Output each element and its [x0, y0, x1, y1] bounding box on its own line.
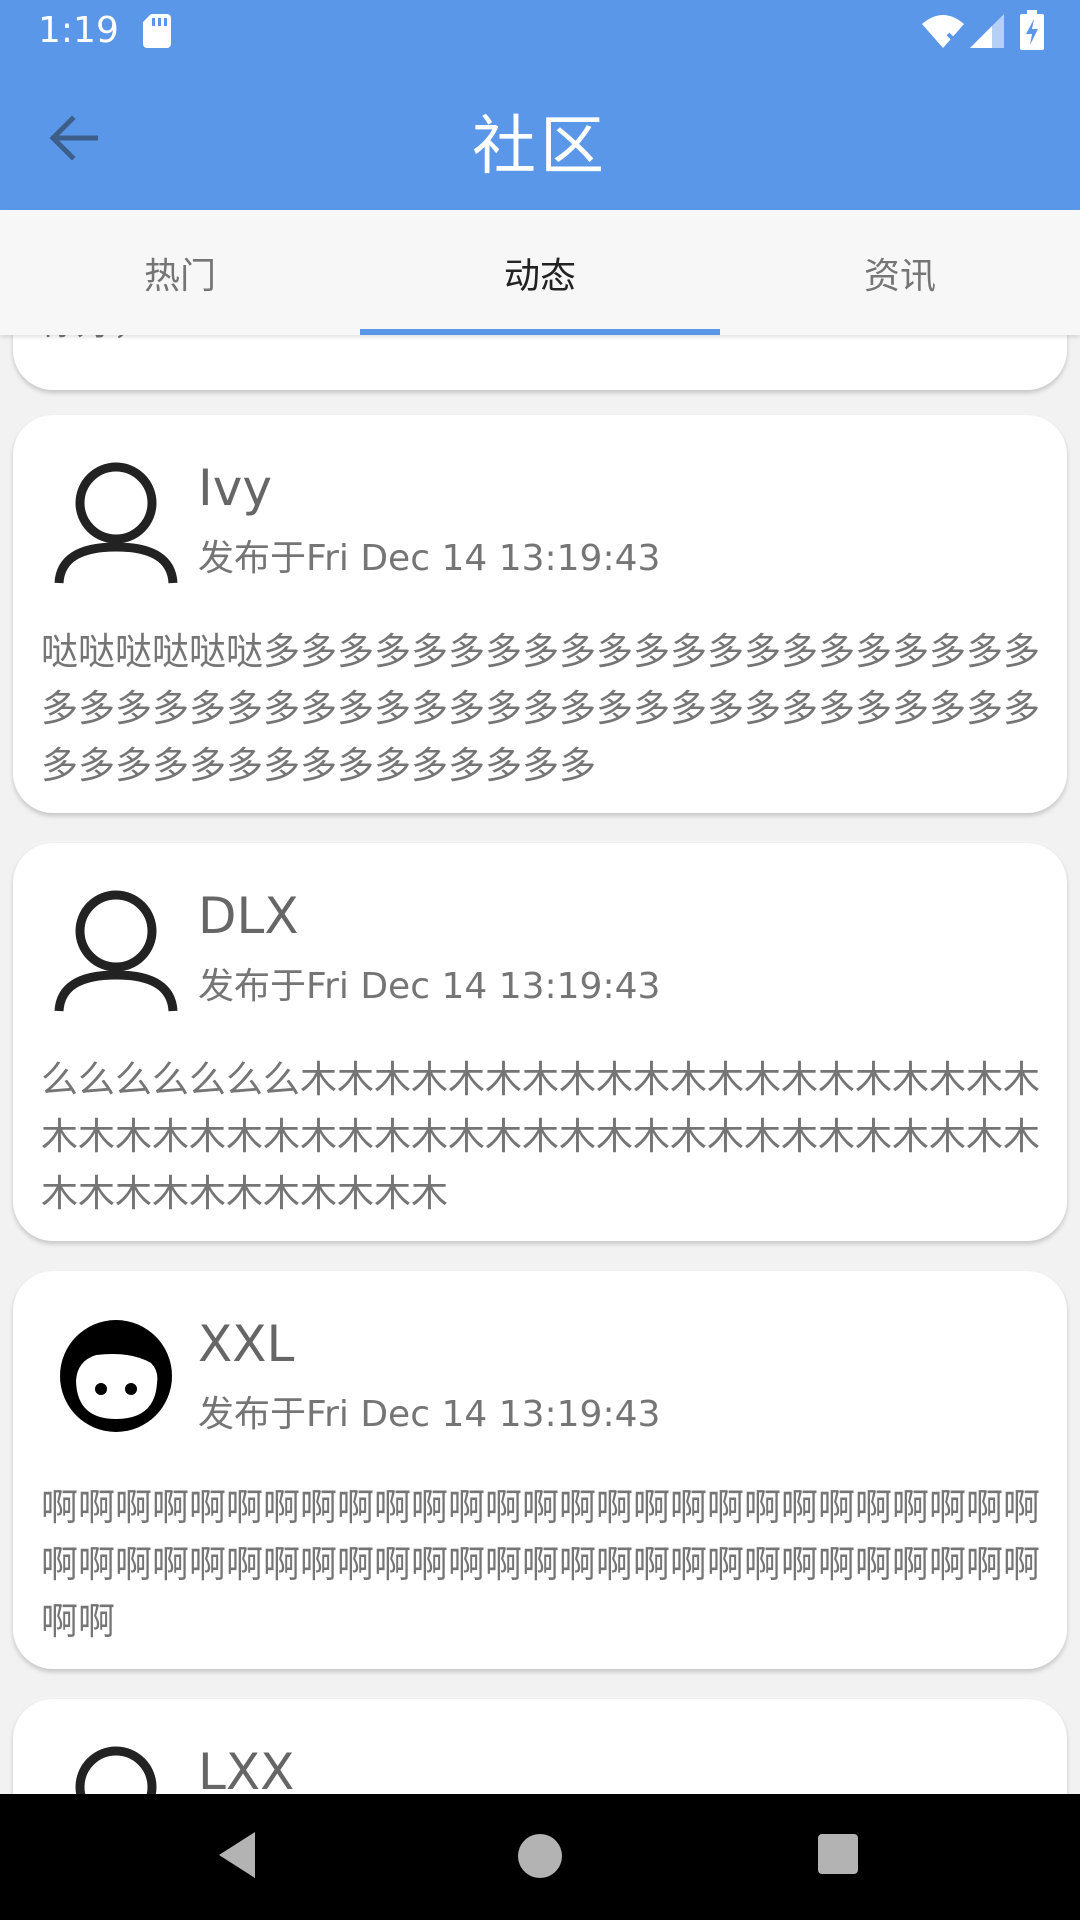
signal-icon: [970, 14, 1004, 48]
post-body: 哒哒哒哒哒哒多多多多多多多多多多多多多多多多多多多多多多多多多多多多多多多多多多…: [41, 630, 1040, 787]
battery-charging-icon: [1020, 10, 1044, 50]
user-name: Ivy: [198, 459, 272, 517]
tab-indicator: [360, 329, 720, 335]
nav-back-icon[interactable]: [215, 1830, 259, 1880]
tab-news[interactable]: 资讯: [720, 210, 1080, 335]
person-outline-icon: [54, 462, 178, 584]
post-body: 么么么么么么么木木木木木木木木木木木木木木木木木木木木木木木木木木木木木木木木木…: [41, 1058, 1040, 1215]
page-title: 社区: [472, 110, 608, 184]
feed-list[interactable]: 你好，android Ivy 发布于Fri Dec 14 13:19:43 哒哒…: [0, 335, 1080, 1794]
status-time: 1:19: [38, 10, 119, 51]
nav-home-icon[interactable]: [518, 1834, 562, 1878]
post-body: 啊啊啊啊啊啊啊啊啊啊啊啊啊啊啊啊啊啊啊啊啊啊啊啊啊啊啊啊啊啊啊啊啊啊啊啊啊啊啊啊…: [41, 1486, 1040, 1643]
user-name: LXX: [198, 1743, 295, 1794]
tab-bar: 热门 动态 资讯: [0, 210, 1080, 335]
app-bar: 社区: [0, 63, 1080, 210]
user-name: DLX: [198, 887, 299, 945]
wifi-icon: [922, 15, 964, 48]
person-outline-icon: [75, 1746, 157, 1794]
post-time: 发布于Fri Dec 14 13:19:43: [198, 1394, 661, 1435]
sd-card-icon: [143, 14, 171, 48]
post-card[interactable]: DLX 发布于Fri Dec 14 13:19:43 么么么么么么么木木木木木木…: [13, 843, 1067, 1241]
post-time: 发布于Fri Dec 14 13:19:43: [198, 538, 661, 579]
post-time: 发布于Fri Dec 14 13:19:43: [198, 966, 661, 1007]
status-bar: 1:19: [0, 0, 1080, 63]
post-card[interactable]: Ivy 发布于Fri Dec 14 13:19:43 哒哒哒哒哒哒多多多多多多多…: [13, 415, 1067, 813]
nav-recents-icon[interactable]: [818, 1834, 858, 1874]
tab-activity[interactable]: 动态: [360, 210, 720, 335]
user-name: XXL: [198, 1315, 295, 1373]
face-icon: [60, 1320, 172, 1432]
post-body: 你好，android: [41, 335, 286, 345]
system-nav-bar: [0, 1794, 1080, 1920]
post-card[interactable]: LXX: [13, 1699, 1067, 1794]
post-card[interactable]: XXL 发布于Fri Dec 14 13:19:43 啊啊啊啊啊啊啊啊啊啊啊啊啊…: [13, 1271, 1067, 1669]
tab-hot[interactable]: 热门: [0, 210, 360, 335]
post-card[interactable]: 你好，android: [13, 335, 1067, 390]
person-outline-icon: [54, 890, 178, 1012]
